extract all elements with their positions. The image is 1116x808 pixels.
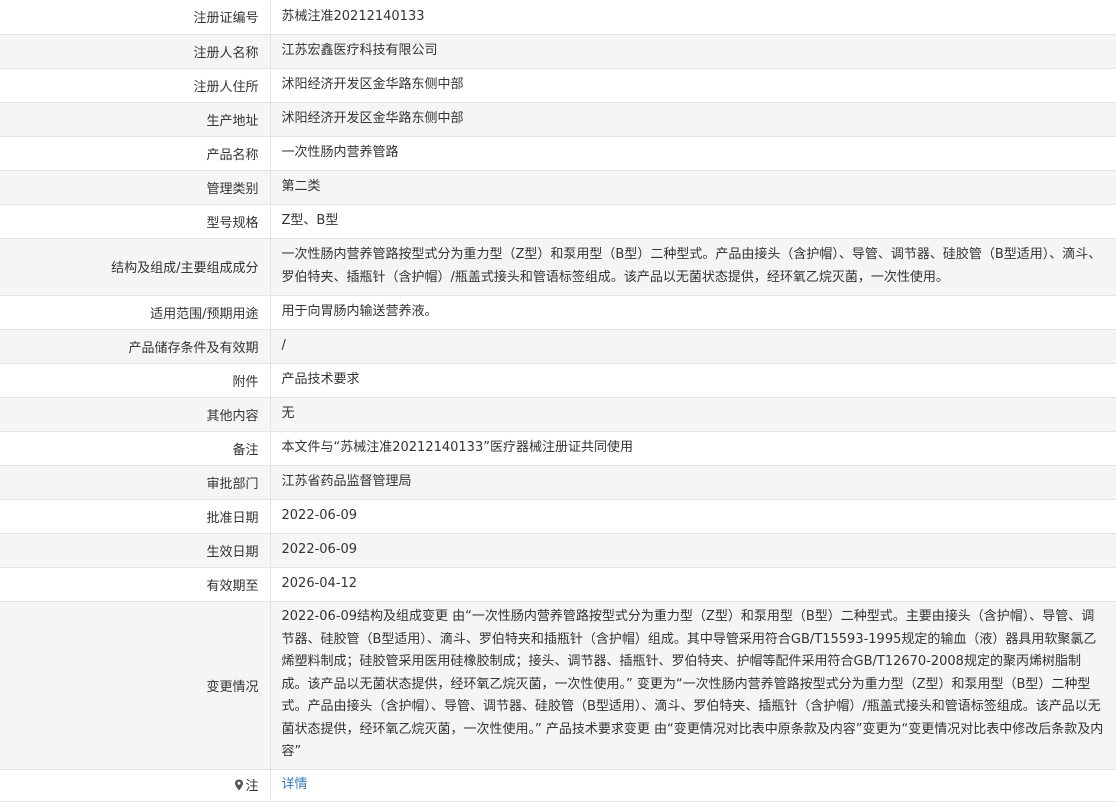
field-value: Z型、B型 (270, 203, 1116, 239)
row-product-name: 产品名称 一次性肠内营养管路 (0, 135, 1116, 171)
field-label: 产品名称 (0, 135, 271, 171)
field-value: 江苏省药品监督管理局 (270, 464, 1116, 500)
field-value: 用于向胃肠内输送营养液。 (270, 294, 1116, 330)
row-attachment: 附件 产品技术要求 (0, 362, 1116, 398)
field-label: 变更情况 (0, 600, 271, 770)
field-label: 生效日期 (0, 532, 271, 568)
map-pin-icon (235, 779, 244, 791)
row-management-category: 管理类别 第二类 (0, 169, 1116, 205)
field-value: 沭阳经济开发区金华路东侧中部 (270, 67, 1116, 103)
note-label-cell: 注 (0, 768, 271, 802)
row-structure-composition: 结构及组成/主要组成成分 一次性肠内营养管路按型式分为重力型（Z型）和泵用型（B… (0, 237, 1116, 296)
row-change-history: 变更情况 2022-06-09结构及组成变更 由“一次性肠内营养管路按型式分为重… (0, 600, 1116, 770)
field-label: 批准日期 (0, 498, 271, 534)
note-value-cell: 详情 (270, 768, 1116, 802)
field-value: 一次性肠内营养管路按型式分为重力型（Z型）和泵用型（B型）二种型式。产品由接头（… (270, 237, 1116, 296)
row-other-content: 其他内容 无 (0, 396, 1116, 432)
field-value: 2022-06-09结构及组成变更 由“一次性肠内营养管路按型式分为重力型（Z型… (270, 600, 1116, 770)
field-label: 注册人名称 (0, 33, 271, 69)
note-label-text: 注 (245, 779, 259, 795)
field-label: 其他内容 (0, 396, 271, 432)
row-remarks: 备注 本文件与“苏械注准20212140133”医疗器械注册证共同使用 (0, 430, 1116, 466)
field-label: 结构及组成/主要组成成分 (0, 237, 271, 296)
row-intended-use: 适用范围/预期用途 用于向胃肠内输送营养液。 (0, 294, 1116, 330)
field-value: 苏械注准20212140133 (270, 0, 1116, 35)
row-model-spec: 型号规格 Z型、B型 (0, 203, 1116, 239)
details-link[interactable]: 详情 (282, 777, 308, 792)
row-approval-department: 审批部门 江苏省药品监督管理局 (0, 464, 1116, 500)
field-label: 适用范围/预期用途 (0, 294, 271, 330)
field-label: 生产地址 (0, 101, 271, 137)
field-value: 第二类 (270, 169, 1116, 205)
field-value: / (270, 328, 1116, 364)
field-label: 管理类别 (0, 169, 271, 205)
field-value: 产品技术要求 (270, 362, 1116, 398)
field-label: 审批部门 (0, 464, 271, 500)
row-registrant-address: 注册人住所 沭阳经济开发区金华路东侧中部 (0, 67, 1116, 103)
field-label: 型号规格 (0, 203, 271, 239)
field-label: 注册证编号 (0, 0, 271, 35)
field-label: 注册人住所 (0, 67, 271, 103)
field-value: 一次性肠内营养管路 (270, 135, 1116, 171)
row-registrant-name: 注册人名称 江苏宏鑫医疗科技有限公司 (0, 33, 1116, 69)
registration-info-table: 注册证编号 苏械注准20212140133 注册人名称 江苏宏鑫医疗科技有限公司… (0, 0, 1116, 802)
row-storage-validity: 产品储存条件及有效期 / (0, 328, 1116, 364)
field-label: 有效期至 (0, 566, 271, 602)
row-effective-date: 生效日期 2022-06-09 (0, 532, 1116, 568)
field-value: 本文件与“苏械注准20212140133”医疗器械注册证共同使用 (270, 430, 1116, 466)
row-note: 注 详情 (0, 768, 1116, 802)
row-production-address: 生产地址 沭阳经济开发区金华路东侧中部 (0, 101, 1116, 137)
field-value: 无 (270, 396, 1116, 432)
field-value: 2022-06-09 (270, 532, 1116, 568)
field-value: 2022-06-09 (270, 498, 1116, 534)
row-registration-number: 注册证编号 苏械注准20212140133 (0, 0, 1116, 35)
field-label: 附件 (0, 362, 271, 398)
field-value: 2026-04-12 (270, 566, 1116, 602)
field-value: 沭阳经济开发区金华路东侧中部 (270, 101, 1116, 137)
field-label: 备注 (0, 430, 271, 466)
row-approval-date: 批准日期 2022-06-09 (0, 498, 1116, 534)
row-valid-until: 有效期至 2026-04-12 (0, 566, 1116, 602)
field-label: 产品储存条件及有效期 (0, 328, 271, 364)
field-value: 江苏宏鑫医疗科技有限公司 (270, 33, 1116, 69)
note-label: 注 (234, 775, 259, 795)
